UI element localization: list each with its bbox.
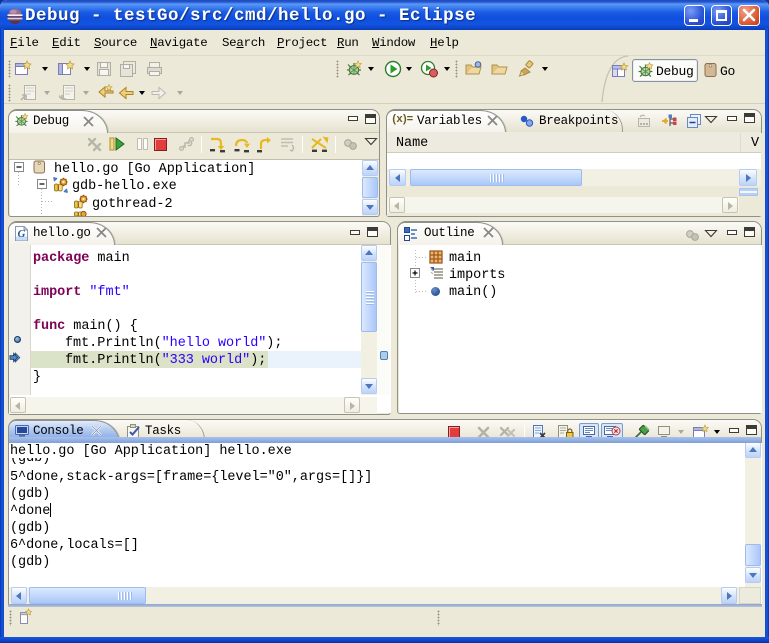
svg-text:G: G bbox=[18, 228, 26, 240]
